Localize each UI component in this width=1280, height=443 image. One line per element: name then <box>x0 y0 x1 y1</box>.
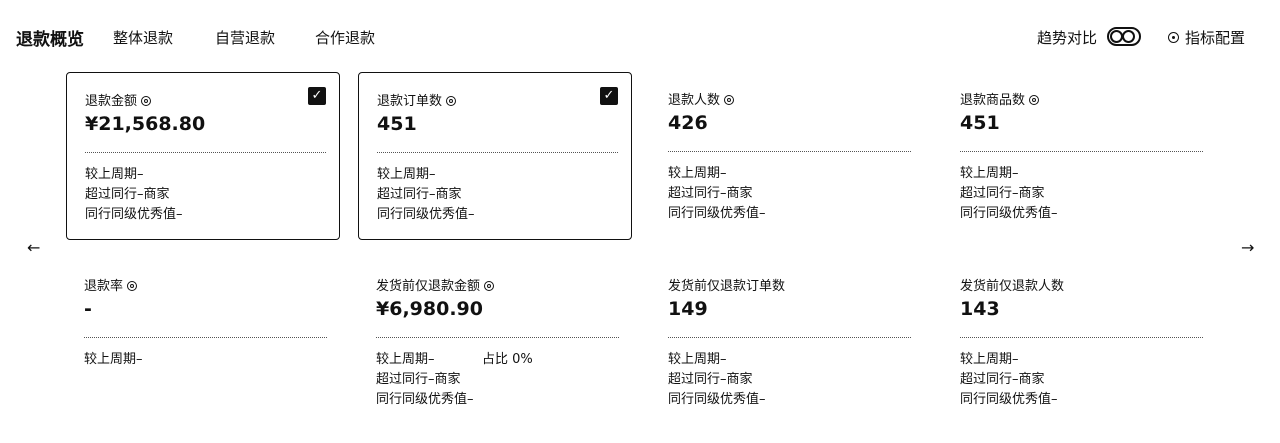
vs-previous-period: 较上周期– <box>960 352 1019 367</box>
metric-label: 发货前仅退款订单数 <box>668 275 785 294</box>
metric-value: 143 <box>960 298 1000 320</box>
metric-details: 较上周期– 超过同行–商家 同行同级优秀值– <box>377 165 475 225</box>
metric-card-refund-orders[interactable]: 退款订单数 ✓ 451 较上周期– 超过同行–商家 同行同级优秀值– <box>358 72 632 240</box>
metric-card-pre-ship-refund-amount[interactable]: 发货前仅退款金额 ¥6,980.90 较上周期– 占比 0% 超过同行–商家 同… <box>358 258 632 426</box>
divider <box>960 151 1203 152</box>
share-percentage: 占比 0% <box>482 352 533 367</box>
metric-details: 较上周期– <box>84 350 143 370</box>
metric-label-text: 退款金额 <box>85 94 138 109</box>
tab-partner-refund[interactable]: 合作退款 <box>315 27 375 48</box>
metric-label-text: 退款订单数 <box>377 94 443 109</box>
metric-value: 451 <box>960 112 1000 134</box>
metric-card-refund-rate[interactable]: 退款率 - 较上周期– <box>66 258 340 426</box>
metric-value: 149 <box>668 298 708 320</box>
vs-peer-merchants: 超过同行–商家 <box>377 187 462 202</box>
trend-compare-toggle[interactable] <box>1107 27 1141 46</box>
metric-card-refund-amount[interactable]: 退款金额 ✓ ¥21,568.80 较上周期– 超过同行–商家 同行同级优秀值– <box>66 72 340 240</box>
settings-icon <box>1168 32 1179 43</box>
metric-card-pre-ship-refund-users[interactable]: 发货前仅退款人数 143 较上周期– 超过同行–商家 同行同级优秀值– <box>942 258 1216 426</box>
metric-checkbox[interactable]: ✓ <box>308 87 326 105</box>
metric-details: 较上周期– 占比 0% 超过同行–商家 同行同级优秀值– <box>376 350 533 410</box>
trend-compare-label: 趋势对比 <box>1037 29 1098 47</box>
divider <box>84 337 327 338</box>
header: 退款概览 整体退款 自营退款 合作退款 趋势对比 指标配置 <box>0 0 1280 72</box>
vs-previous-period: 较上周期– <box>960 166 1019 181</box>
info-icon[interactable] <box>724 95 735 105</box>
metric-label: 退款率 <box>84 275 138 294</box>
metric-card-refund-users[interactable]: 退款人数 426 较上周期– 超过同行–商家 同行同级优秀值– <box>650 72 924 240</box>
metric-label-text: 发货前仅退款人数 <box>960 279 1065 294</box>
divider <box>85 152 326 153</box>
tab-self-operated-refund[interactable]: 自营退款 <box>215 27 275 48</box>
toggle-knob-icon <box>1122 30 1135 43</box>
vs-previous-period: 较上周期– <box>376 352 435 367</box>
metric-value: ¥21,568.80 <box>85 113 206 135</box>
metric-label-text: 退款人数 <box>668 93 721 108</box>
vs-previous-period-row: 较上周期– 占比 0% <box>376 350 533 370</box>
divider <box>377 152 618 153</box>
divider <box>960 337 1203 338</box>
metric-label: 发货前仅退款人数 <box>960 275 1064 294</box>
info-icon[interactable] <box>1029 95 1040 105</box>
metric-label-text: 退款率 <box>84 279 124 294</box>
metric-value: 451 <box>377 113 417 135</box>
metric-label: 发货前仅退款金额 <box>376 275 495 294</box>
info-icon[interactable] <box>446 96 457 106</box>
peer-excellent-value: 同行同级优秀值– <box>960 392 1058 407</box>
metric-details: 较上周期– 超过同行–商家 同行同级优秀值– <box>668 350 766 410</box>
peer-excellent-value: 同行同级优秀值– <box>668 206 766 221</box>
metric-card-pre-ship-refund-orders[interactable]: 发货前仅退款订单数 149 较上周期– 超过同行–商家 同行同级优秀值– <box>650 258 924 426</box>
peer-excellent-value: 同行同级优秀值– <box>377 207 475 222</box>
peer-excellent-value: 同行同级优秀值– <box>668 392 766 407</box>
divider <box>668 337 911 338</box>
metric-label: 退款商品数 <box>960 89 1040 108</box>
metric-config-label: 指标配置 <box>1185 29 1246 47</box>
peer-excellent-value: 同行同级优秀值– <box>376 392 474 407</box>
metric-label-text: 退款商品数 <box>960 93 1026 108</box>
metric-value: 426 <box>668 112 708 134</box>
tab-overall-refund[interactable]: 整体退款 <box>113 27 173 48</box>
peer-excellent-value: 同行同级优秀值– <box>960 206 1058 221</box>
metric-details: 较上周期– 超过同行–商家 同行同级优秀值– <box>960 350 1058 410</box>
info-icon[interactable] <box>141 96 152 106</box>
divider <box>668 151 911 152</box>
vs-previous-period: 较上周期– <box>85 167 144 182</box>
prev-arrow-icon[interactable]: ← <box>27 238 40 257</box>
vs-previous-period: 较上周期– <box>84 352 143 367</box>
vs-peer-merchants: 超过同行–商家 <box>960 372 1045 387</box>
metric-label: 退款人数 <box>668 89 735 108</box>
metric-label-text: 发货前仅退款金额 <box>376 279 481 294</box>
metric-label: 退款金额 <box>85 90 152 109</box>
vs-previous-period: 较上周期– <box>668 166 727 181</box>
info-icon[interactable] <box>484 281 495 291</box>
metric-checkbox[interactable]: ✓ <box>600 87 618 105</box>
vs-peer-merchants: 超过同行–商家 <box>85 187 170 202</box>
metric-label: 退款订单数 <box>377 90 457 109</box>
metric-details: 较上周期– 超过同行–商家 同行同级优秀值– <box>960 164 1058 224</box>
divider <box>376 337 619 338</box>
vs-peer-merchants: 超过同行–商家 <box>960 186 1045 201</box>
next-arrow-icon[interactable]: → <box>1241 238 1254 257</box>
vs-peer-merchants: 超过同行–商家 <box>668 186 753 201</box>
page-title: 退款概览 <box>16 30 84 50</box>
metric-config-button[interactable]: 指标配置 <box>1168 27 1245 48</box>
vs-peer-merchants: 超过同行–商家 <box>376 372 461 387</box>
metric-value: ¥6,980.90 <box>376 298 483 320</box>
metric-label-text: 发货前仅退款订单数 <box>668 279 786 294</box>
vs-previous-period: 较上周期– <box>668 352 727 367</box>
metric-value: - <box>84 298 92 320</box>
metric-card-refund-products[interactable]: 退款商品数 451 较上周期– 超过同行–商家 同行同级优秀值– <box>942 72 1216 240</box>
vs-previous-period: 较上周期– <box>377 167 436 182</box>
peer-excellent-value: 同行同级优秀值– <box>85 207 183 222</box>
info-icon[interactable] <box>127 281 138 291</box>
metric-details: 较上周期– 超过同行–商家 同行同级优秀值– <box>85 165 183 225</box>
metric-details: 较上周期– 超过同行–商家 同行同级优秀值– <box>668 164 766 224</box>
vs-peer-merchants: 超过同行–商家 <box>668 372 753 387</box>
